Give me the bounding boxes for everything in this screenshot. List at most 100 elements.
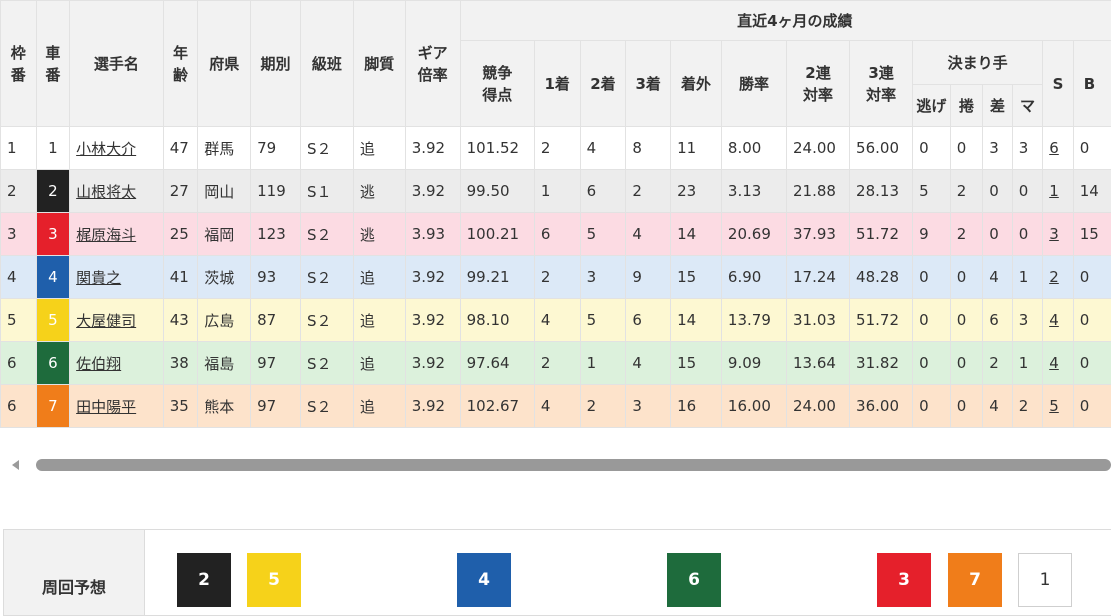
racer-name-cell: 山根将太 bbox=[69, 169, 164, 213]
sashi-cell: 6 bbox=[982, 298, 1013, 342]
racer-name-cell: 関貴之 bbox=[69, 255, 164, 299]
trio-rate-cell: 28.13 bbox=[849, 169, 914, 213]
win-rate-cell: 8.00 bbox=[720, 126, 788, 170]
entry-rows: 1 1 小林大介 47 群馬 79 S２ 追 3.92 101.52 2 4 8 11 8.00 24.00 5… bbox=[0, 126, 1111, 428]
age-cell: 47 bbox=[162, 126, 199, 170]
header-mark: マ bbox=[1011, 84, 1044, 127]
class-cell: S２ bbox=[299, 212, 354, 256]
header-third: 3着 bbox=[625, 40, 672, 127]
makuri-cell: 0 bbox=[949, 341, 984, 385]
prediction-box: 6 bbox=[667, 553, 721, 607]
win-rate-cell: 16.00 bbox=[720, 384, 788, 428]
quinella-rate-cell: 31.03 bbox=[785, 298, 851, 342]
out-cell: 16 bbox=[670, 384, 722, 428]
header-score: 競争 得点 bbox=[459, 40, 535, 127]
prediction-box: 3 bbox=[877, 553, 931, 607]
out-cell: 23 bbox=[670, 169, 722, 213]
first-cell: 6 bbox=[533, 212, 581, 256]
entry-table-container[interactable]: 枠 番 車 番 選手名 年 齢 府県 期別 級班 脚質 ギア 倍率 直近4ヶ月の… bbox=[0, 0, 1111, 428]
win-rate-cell: 6.90 bbox=[720, 255, 788, 299]
class-cell: S１ bbox=[299, 169, 354, 213]
third-cell: 9 bbox=[625, 255, 672, 299]
header-class: 級班 bbox=[299, 0, 354, 127]
first-cell: 2 bbox=[533, 255, 581, 299]
frame-cell: 6 bbox=[0, 341, 37, 385]
second-cell: 2 bbox=[579, 384, 627, 428]
car-number-cell: 5 bbox=[35, 298, 71, 342]
trio-rate-cell: 56.00 bbox=[849, 126, 914, 170]
b-count-cell: 0 bbox=[1072, 126, 1111, 170]
first-cell: 4 bbox=[533, 384, 581, 428]
second-cell: 6 bbox=[579, 169, 627, 213]
racer-name-link[interactable]: 小林大介 bbox=[76, 140, 136, 158]
second-cell: 5 bbox=[579, 298, 627, 342]
scrollbar-thumb[interactable] bbox=[36, 459, 1111, 471]
s-count-link[interactable]: 6 bbox=[1049, 139, 1059, 157]
mark-cell: 3 bbox=[1011, 298, 1044, 342]
term-cell: 97 bbox=[250, 384, 301, 428]
style-cell: 追 bbox=[352, 341, 406, 385]
prediction-box: 4 bbox=[457, 553, 511, 607]
sashi-cell: 4 bbox=[982, 384, 1013, 428]
racer-row: 1 1 小林大介 47 群馬 79 S２ 追 3.92 101.52 2 4 8 11 8.00 24.00 5… bbox=[0, 126, 1111, 170]
mark-cell: 3 bbox=[1011, 126, 1044, 170]
horizontal-scrollbar[interactable] bbox=[12, 457, 1111, 473]
first-cell: 2 bbox=[533, 341, 581, 385]
s-count-link[interactable]: 4 bbox=[1049, 354, 1059, 372]
gear-cell: 3.92 bbox=[404, 341, 461, 385]
prefecture-cell: 群馬 bbox=[197, 126, 252, 170]
age-cell: 25 bbox=[162, 212, 199, 256]
prediction-box: 7 bbox=[948, 553, 1002, 607]
frame-cell: 6 bbox=[0, 384, 37, 428]
s-count-link[interactable]: 3 bbox=[1049, 225, 1059, 243]
gear-cell: 3.92 bbox=[404, 126, 461, 170]
lap-prediction-label: 周回予想 bbox=[4, 530, 145, 615]
second-cell: 5 bbox=[579, 212, 627, 256]
s-count-cell: 4 bbox=[1042, 298, 1074, 342]
makuri-cell: 2 bbox=[949, 169, 984, 213]
s-count-link[interactable]: 4 bbox=[1049, 311, 1059, 329]
score-cell: 99.21 bbox=[459, 255, 535, 299]
entry-table: 枠 番 車 番 選手名 年 齢 府県 期別 級班 脚質 ギア 倍率 直近4ヶ月の… bbox=[0, 0, 1111, 428]
racer-name-link[interactable]: 田中陽平 bbox=[76, 398, 136, 416]
class-cell: S２ bbox=[299, 255, 354, 299]
s-count-link[interactable]: 5 bbox=[1049, 397, 1059, 415]
s-count-link[interactable]: 2 bbox=[1049, 268, 1059, 286]
score-cell: 98.10 bbox=[459, 298, 535, 342]
s-count-cell: 6 bbox=[1042, 126, 1074, 170]
trio-rate-cell: 51.72 bbox=[849, 212, 914, 256]
racer-name-cell: 梶原海斗 bbox=[69, 212, 164, 256]
score-cell: 99.50 bbox=[459, 169, 535, 213]
scroll-left-arrow-icon[interactable] bbox=[12, 460, 19, 470]
prefecture-cell: 岡山 bbox=[197, 169, 252, 213]
gear-cell: 3.92 bbox=[404, 169, 461, 213]
makuri-cell: 0 bbox=[949, 126, 984, 170]
style-cell: 逃 bbox=[352, 212, 406, 256]
third-cell: 8 bbox=[625, 126, 672, 170]
third-cell: 4 bbox=[625, 212, 672, 256]
racer-name-link[interactable]: 梶原海斗 bbox=[76, 226, 136, 244]
prefecture-cell: 福岡 bbox=[197, 212, 252, 256]
b-count-cell: 15 bbox=[1072, 212, 1111, 256]
mark-cell: 1 bbox=[1011, 255, 1044, 299]
car-number-cell: 7 bbox=[35, 384, 71, 428]
header-s: S bbox=[1042, 40, 1074, 127]
frame-cell: 5 bbox=[0, 298, 37, 342]
racer-name-link[interactable]: 関貴之 bbox=[76, 269, 121, 287]
header-win-rate: 勝率 bbox=[720, 40, 788, 127]
racer-name-link[interactable]: 大屋健司 bbox=[76, 312, 136, 330]
quinella-rate-cell: 37.93 bbox=[785, 212, 851, 256]
header-sashi: 差 bbox=[982, 84, 1013, 127]
frame-cell: 4 bbox=[0, 255, 37, 299]
prefecture-cell: 広島 bbox=[197, 298, 252, 342]
quinella-rate-cell: 17.24 bbox=[785, 255, 851, 299]
gear-cell: 3.92 bbox=[404, 298, 461, 342]
frame-cell: 1 bbox=[0, 126, 37, 170]
racer-name-link[interactable]: 山根将太 bbox=[76, 183, 136, 201]
third-cell: 6 bbox=[625, 298, 672, 342]
s-count-link[interactable]: 1 bbox=[1049, 182, 1059, 200]
s-count-cell: 5 bbox=[1042, 384, 1074, 428]
first-cell: 1 bbox=[533, 169, 581, 213]
out-cell: 15 bbox=[670, 255, 722, 299]
racer-name-link[interactable]: 佐伯翔 bbox=[76, 355, 121, 373]
